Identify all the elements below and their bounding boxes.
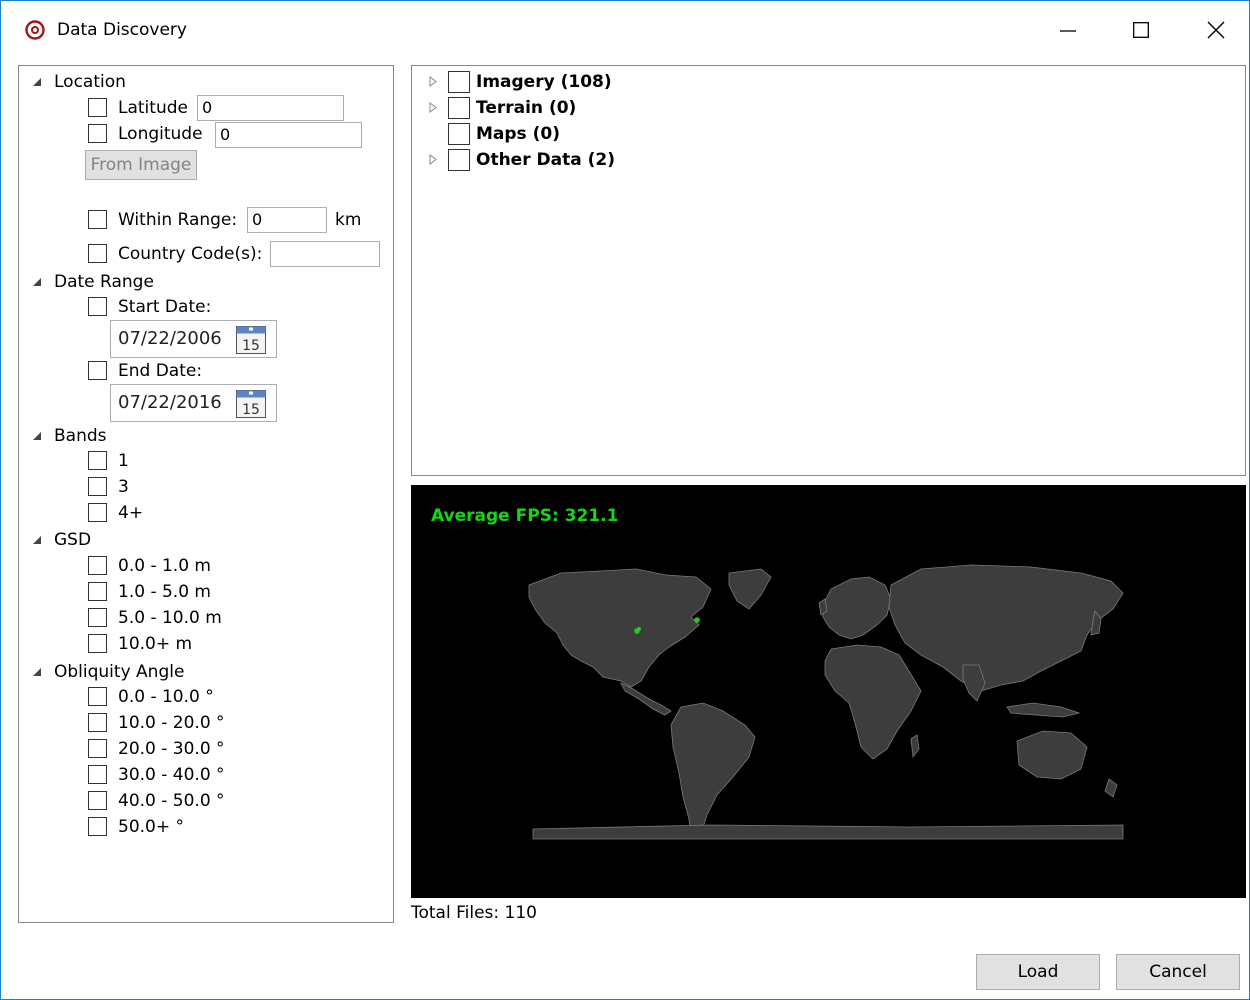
band-checkbox-3[interactable] bbox=[88, 477, 107, 496]
gsd-label: 10.0+ m bbox=[118, 634, 193, 654]
tree-checkbox-terrain[interactable] bbox=[448, 97, 470, 119]
date-range-header[interactable]: Date Range bbox=[54, 272, 154, 292]
gsd-label: 0.0 - 1.0 m bbox=[118, 556, 211, 576]
country-code-input[interactable] bbox=[270, 241, 380, 267]
longitude-checkbox[interactable] bbox=[88, 124, 107, 143]
from-image-button[interactable]: From Image bbox=[85, 150, 197, 180]
calendar-icon[interactable]: 15 bbox=[235, 389, 267, 419]
cancel-button[interactable]: Cancel bbox=[1116, 954, 1240, 990]
obliquity-label: 20.0 - 30.0 ° bbox=[118, 739, 225, 759]
obliquity-label: 30.0 - 40.0 ° bbox=[118, 765, 225, 785]
calendar-day-number: 15 bbox=[242, 402, 260, 418]
bands-header[interactable]: Bands bbox=[54, 426, 107, 446]
tree-checkbox-imagery[interactable] bbox=[448, 71, 470, 93]
obliquity-label: 40.0 - 50.0 ° bbox=[118, 791, 225, 811]
gsd-checkbox[interactable] bbox=[88, 634, 107, 653]
latitude-label: Latitude bbox=[118, 98, 188, 118]
within-range-checkbox[interactable] bbox=[88, 210, 107, 229]
end-date-value: 07/22/2016 bbox=[118, 392, 222, 413]
end-date-checkbox[interactable] bbox=[88, 361, 107, 380]
band-label-4plus: 4+ bbox=[118, 503, 144, 523]
calendar-day-number: 15 bbox=[242, 338, 260, 354]
calendar-icon[interactable]: 15 bbox=[235, 325, 267, 355]
band-checkbox-4plus[interactable] bbox=[88, 503, 107, 522]
start-date-label: Start Date: bbox=[118, 297, 212, 317]
expand-arrow-icon[interactable] bbox=[429, 76, 437, 87]
total-files-status: Total Files: 110 bbox=[411, 903, 537, 923]
maximize-button[interactable] bbox=[1118, 13, 1164, 47]
start-date-value: 07/22/2006 bbox=[118, 328, 222, 349]
collapse-triangle-icon[interactable] bbox=[32, 77, 42, 87]
start-date-picker[interactable]: 07/22/2006 15 bbox=[110, 320, 277, 358]
close-icon bbox=[1207, 21, 1225, 39]
map-viewport[interactable]: Average FPS: 321.1 bbox=[411, 485, 1246, 898]
end-date-label: End Date: bbox=[118, 361, 203, 381]
obliquity-checkbox[interactable] bbox=[88, 791, 107, 810]
collapse-triangle-icon[interactable] bbox=[32, 535, 42, 545]
app-logo-icon bbox=[25, 20, 45, 40]
latitude-checkbox[interactable] bbox=[88, 98, 107, 117]
obliquity-checkbox[interactable] bbox=[88, 817, 107, 836]
latitude-input[interactable]: 0 bbox=[197, 95, 344, 121]
longitude-label: Longitude bbox=[118, 124, 203, 144]
expand-arrow-icon[interactable] bbox=[429, 102, 437, 113]
data-discovery-window: Data Discovery Location Latitude 0 Longi… bbox=[0, 0, 1250, 1000]
within-range-label: Within Range: bbox=[118, 210, 238, 230]
data-tree-panel: Imagery (108) Terrain (0) Maps (0) Other… bbox=[411, 65, 1246, 476]
obliquity-checkbox[interactable] bbox=[88, 765, 107, 784]
tree-item-other-data[interactable]: Other Data (2) bbox=[476, 150, 615, 170]
load-button[interactable]: Load bbox=[976, 954, 1100, 990]
window-title: Data Discovery bbox=[57, 20, 187, 40]
tree-item-maps[interactable]: Maps (0) bbox=[476, 124, 560, 144]
close-button[interactable] bbox=[1193, 13, 1239, 47]
obliquity-checkbox[interactable] bbox=[88, 739, 107, 758]
start-date-checkbox[interactable] bbox=[88, 297, 107, 316]
data-location-marker[interactable] bbox=[694, 617, 700, 623]
filter-panel: Location Latitude 0 Longitude 0 From Ima… bbox=[18, 65, 394, 923]
collapse-triangle-icon[interactable] bbox=[32, 431, 42, 441]
minimize-icon bbox=[1060, 30, 1076, 32]
obliquity-label: 0.0 - 10.0 ° bbox=[118, 687, 214, 707]
longitude-input[interactable]: 0 bbox=[215, 122, 362, 148]
collapse-triangle-icon[interactable] bbox=[32, 277, 42, 287]
minimize-button[interactable] bbox=[1045, 13, 1091, 47]
obliquity-label: 10.0 - 20.0 ° bbox=[118, 713, 225, 733]
obliquity-header[interactable]: Obliquity Angle bbox=[54, 662, 184, 682]
range-unit-label: km bbox=[335, 210, 362, 230]
collapse-triangle-icon[interactable] bbox=[32, 667, 42, 677]
tree-checkbox-other-data[interactable] bbox=[448, 149, 470, 171]
tree-item-terrain[interactable]: Terrain (0) bbox=[476, 98, 576, 118]
gsd-label: 1.0 - 5.0 m bbox=[118, 582, 211, 602]
end-date-picker[interactable]: 07/22/2016 15 bbox=[110, 384, 277, 422]
obliquity-checkbox[interactable] bbox=[88, 713, 107, 732]
gsd-header[interactable]: GSD bbox=[54, 530, 91, 550]
obliquity-checkbox[interactable] bbox=[88, 687, 107, 706]
land-masses bbox=[528, 564, 1124, 840]
gsd-checkbox[interactable] bbox=[88, 556, 107, 575]
within-range-input[interactable]: 0 bbox=[247, 207, 327, 233]
band-label-3: 3 bbox=[118, 477, 129, 497]
gsd-label: 5.0 - 10.0 m bbox=[118, 608, 222, 628]
location-header[interactable]: Location bbox=[54, 72, 126, 92]
band-checkbox-1[interactable] bbox=[88, 451, 107, 470]
country-code-checkbox[interactable] bbox=[88, 244, 107, 263]
world-map[interactable] bbox=[411, 485, 1246, 898]
band-label-1: 1 bbox=[118, 451, 129, 471]
expand-arrow-icon[interactable] bbox=[429, 154, 437, 165]
gsd-checkbox[interactable] bbox=[88, 608, 107, 627]
obliquity-label: 50.0+ ° bbox=[118, 817, 184, 837]
gsd-checkbox[interactable] bbox=[88, 582, 107, 601]
tree-checkbox-maps[interactable] bbox=[448, 123, 470, 145]
title-bar[interactable]: Data Discovery bbox=[1, 1, 1249, 59]
data-location-marker[interactable] bbox=[637, 627, 641, 631]
country-code-label: Country Code(s): bbox=[118, 244, 263, 264]
maximize-icon bbox=[1133, 22, 1149, 38]
tree-item-imagery[interactable]: Imagery (108) bbox=[476, 72, 612, 92]
